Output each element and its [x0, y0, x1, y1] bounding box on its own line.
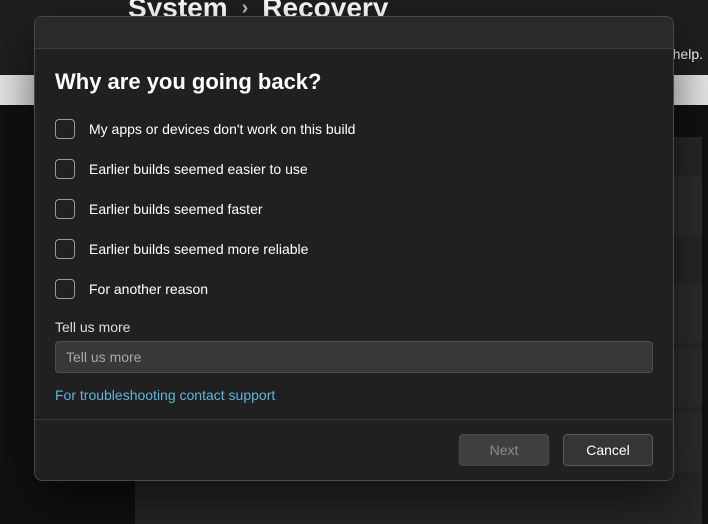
- checkbox-icon[interactable]: [55, 119, 75, 139]
- checkbox-icon[interactable]: [55, 279, 75, 299]
- dialog-titlebar[interactable]: [35, 17, 673, 49]
- checkbox-icon[interactable]: [55, 239, 75, 259]
- next-button-label: Next: [490, 442, 519, 458]
- dialog-footer: Next Cancel: [35, 419, 673, 480]
- checkbox-icon[interactable]: [55, 199, 75, 219]
- help-text-fragment: help.: [673, 46, 703, 62]
- reason-option-easier[interactable]: Earlier builds seemed easier to use: [55, 159, 653, 179]
- reason-option-faster[interactable]: Earlier builds seemed faster: [55, 199, 653, 219]
- reason-option-other[interactable]: For another reason: [55, 279, 653, 299]
- reason-label: My apps or devices don't work on this bu…: [89, 121, 355, 137]
- reason-label: Earlier builds seemed faster: [89, 201, 263, 217]
- reason-label: Earlier builds seemed more reliable: [89, 241, 308, 257]
- tell-us-more-label: Tell us more: [55, 319, 653, 335]
- cancel-button-label: Cancel: [586, 442, 630, 458]
- dialog-body: Why are you going back? My apps or devic…: [35, 49, 673, 419]
- tell-us-more-input[interactable]: [55, 341, 653, 373]
- reason-label: For another reason: [89, 281, 208, 297]
- reason-label: Earlier builds seemed easier to use: [89, 161, 308, 177]
- reason-option-apps[interactable]: My apps or devices don't work on this bu…: [55, 119, 653, 139]
- checkbox-icon[interactable]: [55, 159, 75, 179]
- support-link[interactable]: For troubleshooting contact support: [55, 387, 275, 403]
- next-button[interactable]: Next: [459, 434, 549, 466]
- modal-overlay: Why are you going back? My apps or devic…: [0, 0, 708, 524]
- reason-option-reliable[interactable]: Earlier builds seemed more reliable: [55, 239, 653, 259]
- rollback-dialog: Why are you going back? My apps or devic…: [34, 16, 674, 481]
- dialog-title: Why are you going back?: [55, 69, 653, 95]
- cancel-button[interactable]: Cancel: [563, 434, 653, 466]
